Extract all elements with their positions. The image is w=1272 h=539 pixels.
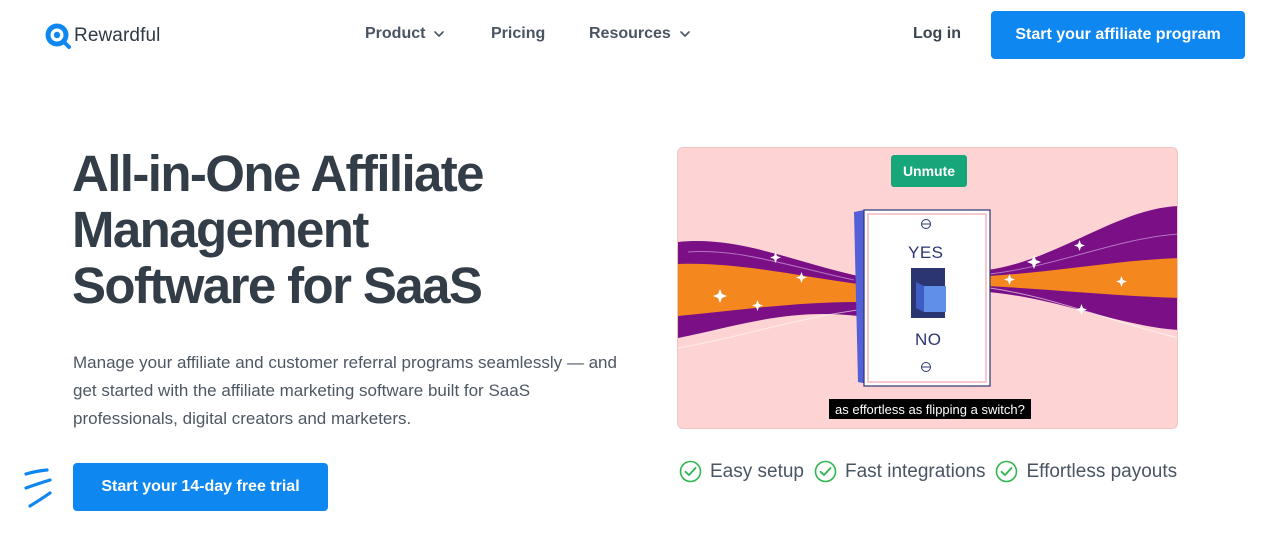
feature-effortless-payouts: Effortless payouts	[995, 460, 1177, 483]
unmute-button[interactable]: Unmute	[891, 155, 967, 187]
nav-resources[interactable]: Resources	[589, 25, 691, 43]
feature-list: Easy setup Fast integrations Effortless …	[679, 460, 1177, 483]
video-frame-illustration	[678, 206, 1177, 387]
brand-logo[interactable]: Rewardful	[44, 22, 160, 50]
feature-label: Easy setup	[710, 460, 804, 482]
decorative-squiggle-icon	[24, 468, 52, 508]
feature-easy-setup: Easy setup	[679, 460, 804, 483]
feature-label: Effortless payouts	[1026, 460, 1178, 482]
check-circle-icon	[679, 460, 702, 483]
hero-title-line-3: Software for SaaS	[72, 257, 483, 314]
video-caption: as effortless as flipping a switch?	[829, 399, 1031, 419]
nav-resources-label: Resources	[589, 25, 671, 42]
check-circle-icon	[996, 460, 1018, 483]
feature-fast-integrations: Fast integrations	[814, 460, 985, 483]
check-circle-icon	[814, 460, 837, 483]
hero-subtitle: Manage your affiliate and customer refer…	[73, 353, 617, 428]
chevron-down-icon	[434, 31, 445, 37]
hero-title-line-2: Management	[72, 201, 369, 258]
nav-pricing[interactable]: Pricing	[491, 25, 545, 43]
start-free-trial-button[interactable]: Start your 14-day free trial	[73, 463, 328, 511]
chevron-down-icon	[680, 31, 690, 37]
nav-pricing-label: Pricing	[491, 25, 546, 42]
nav-product-label: Product	[365, 25, 426, 42]
feature-label: Fast integrations	[845, 460, 986, 482]
switch-yes-label: YES	[908, 243, 944, 262]
switch-no-label: NO	[915, 330, 942, 349]
top-navigation: Rewardful Product Pricing Resources Log …	[0, 0, 1272, 70]
nav-product[interactable]: Product	[365, 25, 445, 43]
login-link[interactable]: Log in	[913, 25, 961, 43]
brand-name: Rewardful	[74, 25, 161, 46]
hero-video[interactable]: YES NO Unmute as effortless as flipping …	[677, 147, 1178, 429]
rewardful-logo-icon	[45, 23, 71, 49]
hero-title-line-1: All-in-One Affiliate	[72, 145, 485, 202]
switch-toggle	[924, 286, 946, 312]
hero-title: All-in-One Affiliate Management Software…	[72, 146, 632, 314]
start-affiliate-program-button[interactable]: Start your affiliate program	[991, 11, 1245, 59]
